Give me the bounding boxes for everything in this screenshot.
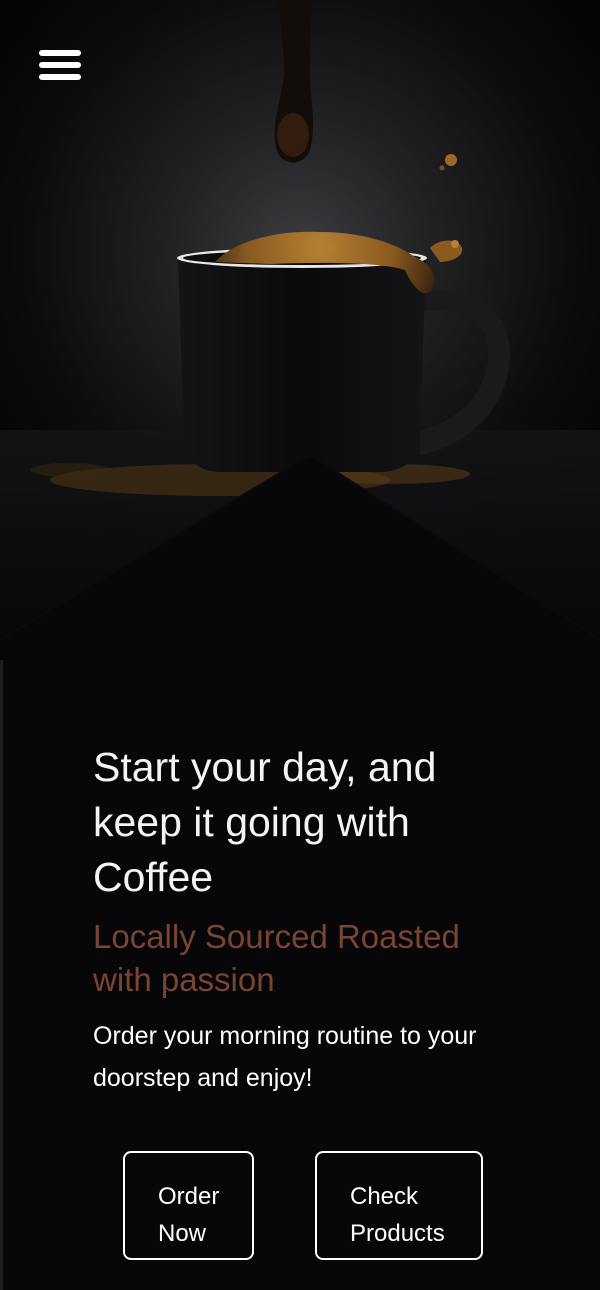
description-line: Order your morning routine to your [93,1022,477,1050]
menu-button[interactable] [37,50,83,82]
check-products-button[interactable]: Check Products [315,1151,483,1260]
headline-line: Start your day, and [93,744,437,790]
order-button-label: Now [158,1219,207,1247]
headline-line: keep it going with [93,799,410,845]
hamburger-menu-icon [39,50,81,56]
tagline: Locally Sourced Roasted with passion [93,915,533,1001]
check-button-label: Products [350,1219,445,1247]
tagline-line: with passion [93,961,275,998]
hero-image [0,0,600,660]
page-headline: Start your day, and keep it going with C… [93,740,533,905]
hero-content: Start your day, and keep it going with C… [93,740,533,1099]
check-button-label: Check [350,1182,419,1210]
landing-page: Start your day, and keep it going with C… [0,0,600,1290]
tagline-line: Locally Sourced Roasted [93,918,460,955]
headline-line: Coffee [93,854,214,900]
description: Order your morning routine to your doors… [93,1015,533,1099]
order-button-label: Order [158,1182,220,1210]
order-now-button[interactable]: Order Now [123,1151,254,1260]
description-line: doorstep and enjoy! [93,1064,313,1092]
